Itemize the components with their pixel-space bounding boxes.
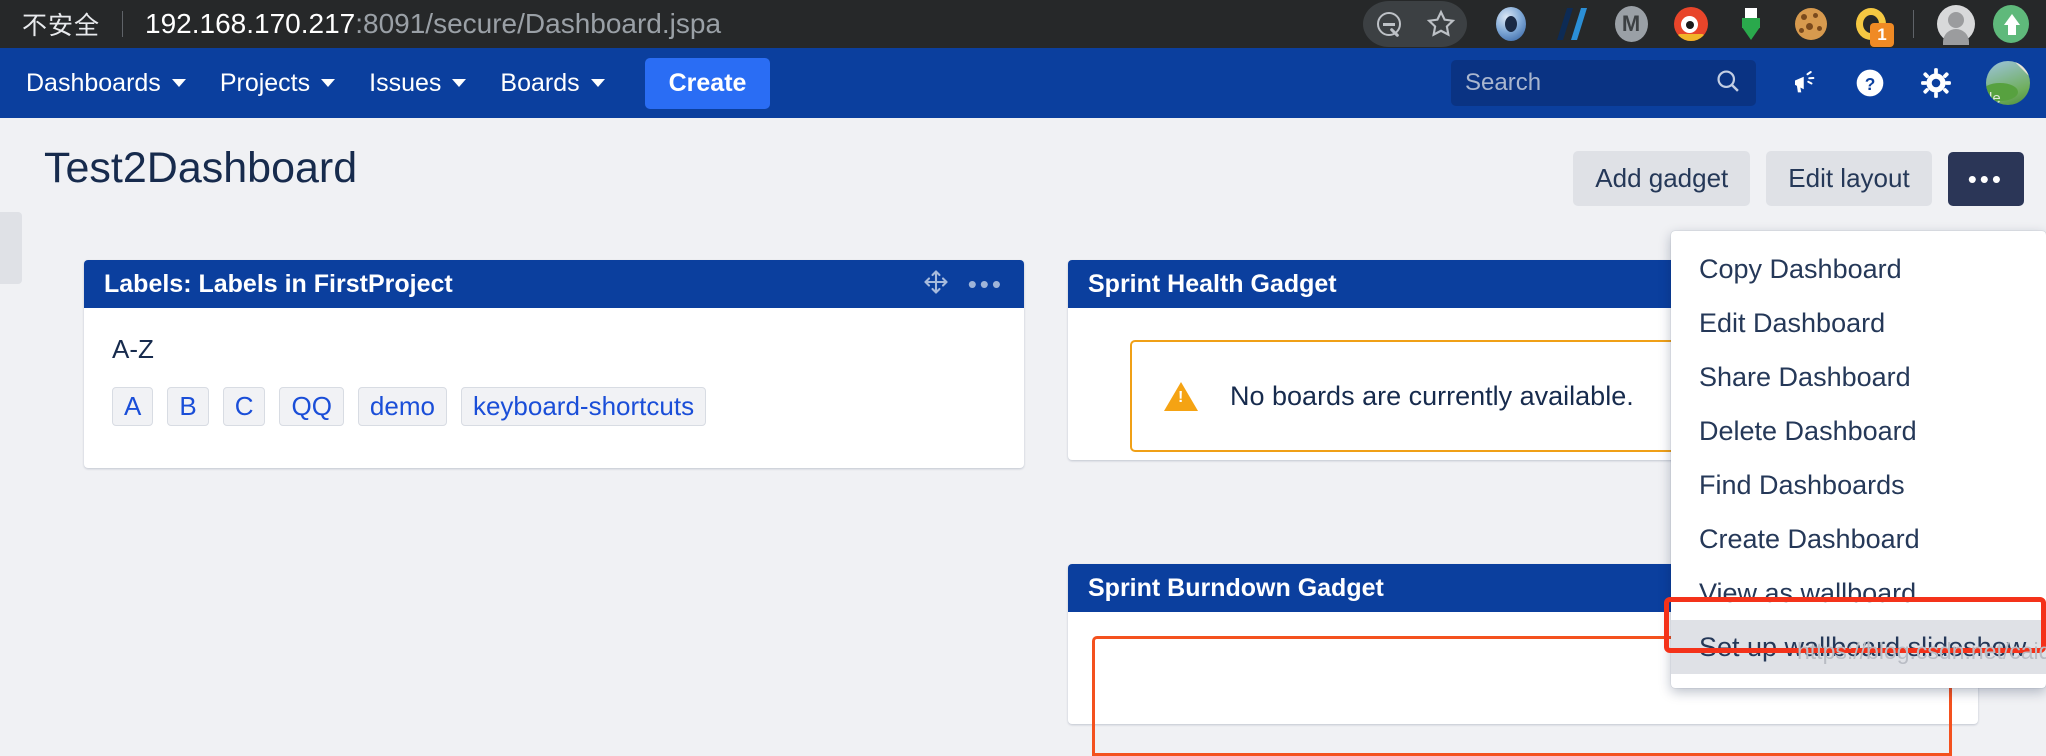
bookmark-star-icon[interactable] [1415, 1, 1467, 47]
label-chip[interactable]: C [222, 387, 266, 426]
jira-navigation-bar: Dashboards Projects Issues Boards Create… [0, 48, 2046, 118]
menu-item-find-dashboards[interactable]: Find Dashboards [1671, 458, 2046, 512]
browser-toolbar: 不安全 192.168.170.217:8091/secure/Dashboar… [0, 0, 2046, 48]
nav-item-dashboards[interactable]: Dashboards [26, 69, 186, 98]
menu-item-create-dashboard[interactable]: Create Dashboard [1671, 512, 2046, 566]
nav-item-boards[interactable]: Boards [500, 68, 605, 98]
move-icon[interactable] [922, 268, 950, 301]
label-chip[interactable]: B [167, 387, 209, 426]
url-host: 192.168.170.217 [145, 8, 356, 39]
warning-icon [1164, 381, 1198, 411]
medium-extension-icon[interactable]: M [1608, 1, 1654, 47]
nav-item-label: Issues [369, 68, 442, 97]
edit-layout-button[interactable]: Edit layout [1766, 151, 1932, 206]
gadget-title: Sprint Burndown Gadget [1088, 573, 1384, 602]
settings-gear-icon[interactable] [1920, 67, 1952, 99]
label-chip[interactable]: keyboard-shortcuts [460, 387, 707, 426]
gadget-labels: Labels: Labels in FirstProject ••• A-Z A… [84, 260, 1024, 468]
menu-item-share-dashboard[interactable]: Share Dashboard [1671, 350, 2046, 404]
chevron-down-icon [321, 79, 336, 87]
slashes-extension-icon[interactable] [1548, 1, 1594, 47]
chevron-down-icon [452, 79, 467, 87]
gadget-title: Labels: Labels in FirstProject [104, 269, 453, 298]
gadget-menu-icon[interactable]: ••• [968, 271, 1004, 297]
url-separator [122, 11, 124, 37]
more-actions-button[interactable]: ••• [1947, 151, 2024, 206]
browser-actions-divider [1913, 10, 1914, 38]
nav-item-label: Dashboards [26, 68, 161, 97]
search-icon[interactable] [1714, 67, 1742, 100]
create-button[interactable]: Create [644, 57, 771, 109]
menu-item-copy-dashboard[interactable]: Copy Dashboard [1671, 242, 2046, 296]
ring-badge-count: 1 [1870, 23, 1894, 47]
opera-extension-icon[interactable] [1488, 1, 1534, 47]
nav-item-label: Projects [219, 68, 311, 97]
sidebar-collapse-handle[interactable] [0, 212, 22, 284]
dashboard-actions: Add gadget Edit layout ••• [1557, 151, 2024, 206]
profile-avatar[interactable]: le [1986, 61, 2030, 105]
browser-actions: M 1 [1356, 0, 2046, 48]
add-gadget-button[interactable]: Add gadget [1573, 151, 1751, 206]
download-extension-icon[interactable] [1728, 1, 1774, 47]
help-icon[interactable]: ? [1854, 67, 1886, 99]
eye-extension-icon[interactable] [1668, 1, 1714, 47]
labels-section-label: A-Z [112, 334, 154, 364]
nav-item-label: Boards [500, 68, 580, 97]
avatar-label: le [1989, 90, 2001, 105]
search-placeholder: Search [1465, 69, 1542, 96]
announcement-icon[interactable] [1790, 68, 1820, 98]
label-chip[interactable]: demo [357, 387, 447, 426]
label-chip[interactable]: QQ [279, 387, 344, 426]
gadget-labels-header: Labels: Labels in FirstProject ••• [84, 260, 1024, 308]
gadget-title: Sprint Health Gadget [1088, 269, 1337, 298]
menu-item-delete-dashboard[interactable]: Delete Dashboard [1671, 404, 2046, 458]
nav-right-section: Search ? le [1451, 48, 2046, 118]
zoom-out-icon[interactable] [1363, 1, 1415, 47]
labels-chip-list: A B C QQ demo keyboard-shortcuts [112, 387, 996, 426]
chevron-down-icon [171, 79, 186, 87]
nav-item-projects[interactable]: Projects [219, 68, 336, 98]
watermark-text: https://blog.csdn.net/caiqiiqi [1797, 638, 2046, 664]
warning-text: No boards are currently available. [1230, 380, 1634, 411]
omnibox-url[interactable]: 192.168.170.217:8091/secure/Dashboard.js… [145, 8, 721, 40]
cookie-extension-icon[interactable] [1788, 1, 1834, 47]
security-status-label: 不安全 [22, 11, 101, 40]
svg-text:?: ? [1865, 74, 1876, 94]
page-title: Test2Dashboard [44, 144, 358, 192]
menu-item-edit-dashboard[interactable]: Edit Dashboard [1671, 296, 2046, 350]
user-avatar-icon[interactable] [1933, 1, 1979, 47]
url-path: :8091/secure/Dashboard.jspa [355, 8, 722, 39]
chevron-down-icon [590, 79, 605, 87]
search-input[interactable]: Search [1451, 60, 1756, 106]
nav-item-issues[interactable]: Issues [369, 68, 467, 98]
gadget-header-icons: ••• [922, 268, 1004, 301]
ring-extension-icon[interactable]: 1 [1848, 1, 1894, 47]
dashboard-page-header: Test2Dashboard Add gadget Edit layout ••… [0, 118, 2046, 226]
gadget-labels-body: A-Z A B C QQ demo keyboard-shortcuts [84, 308, 1024, 426]
label-chip[interactable]: A [112, 387, 154, 426]
upload-extension-icon[interactable] [1993, 1, 2039, 47]
